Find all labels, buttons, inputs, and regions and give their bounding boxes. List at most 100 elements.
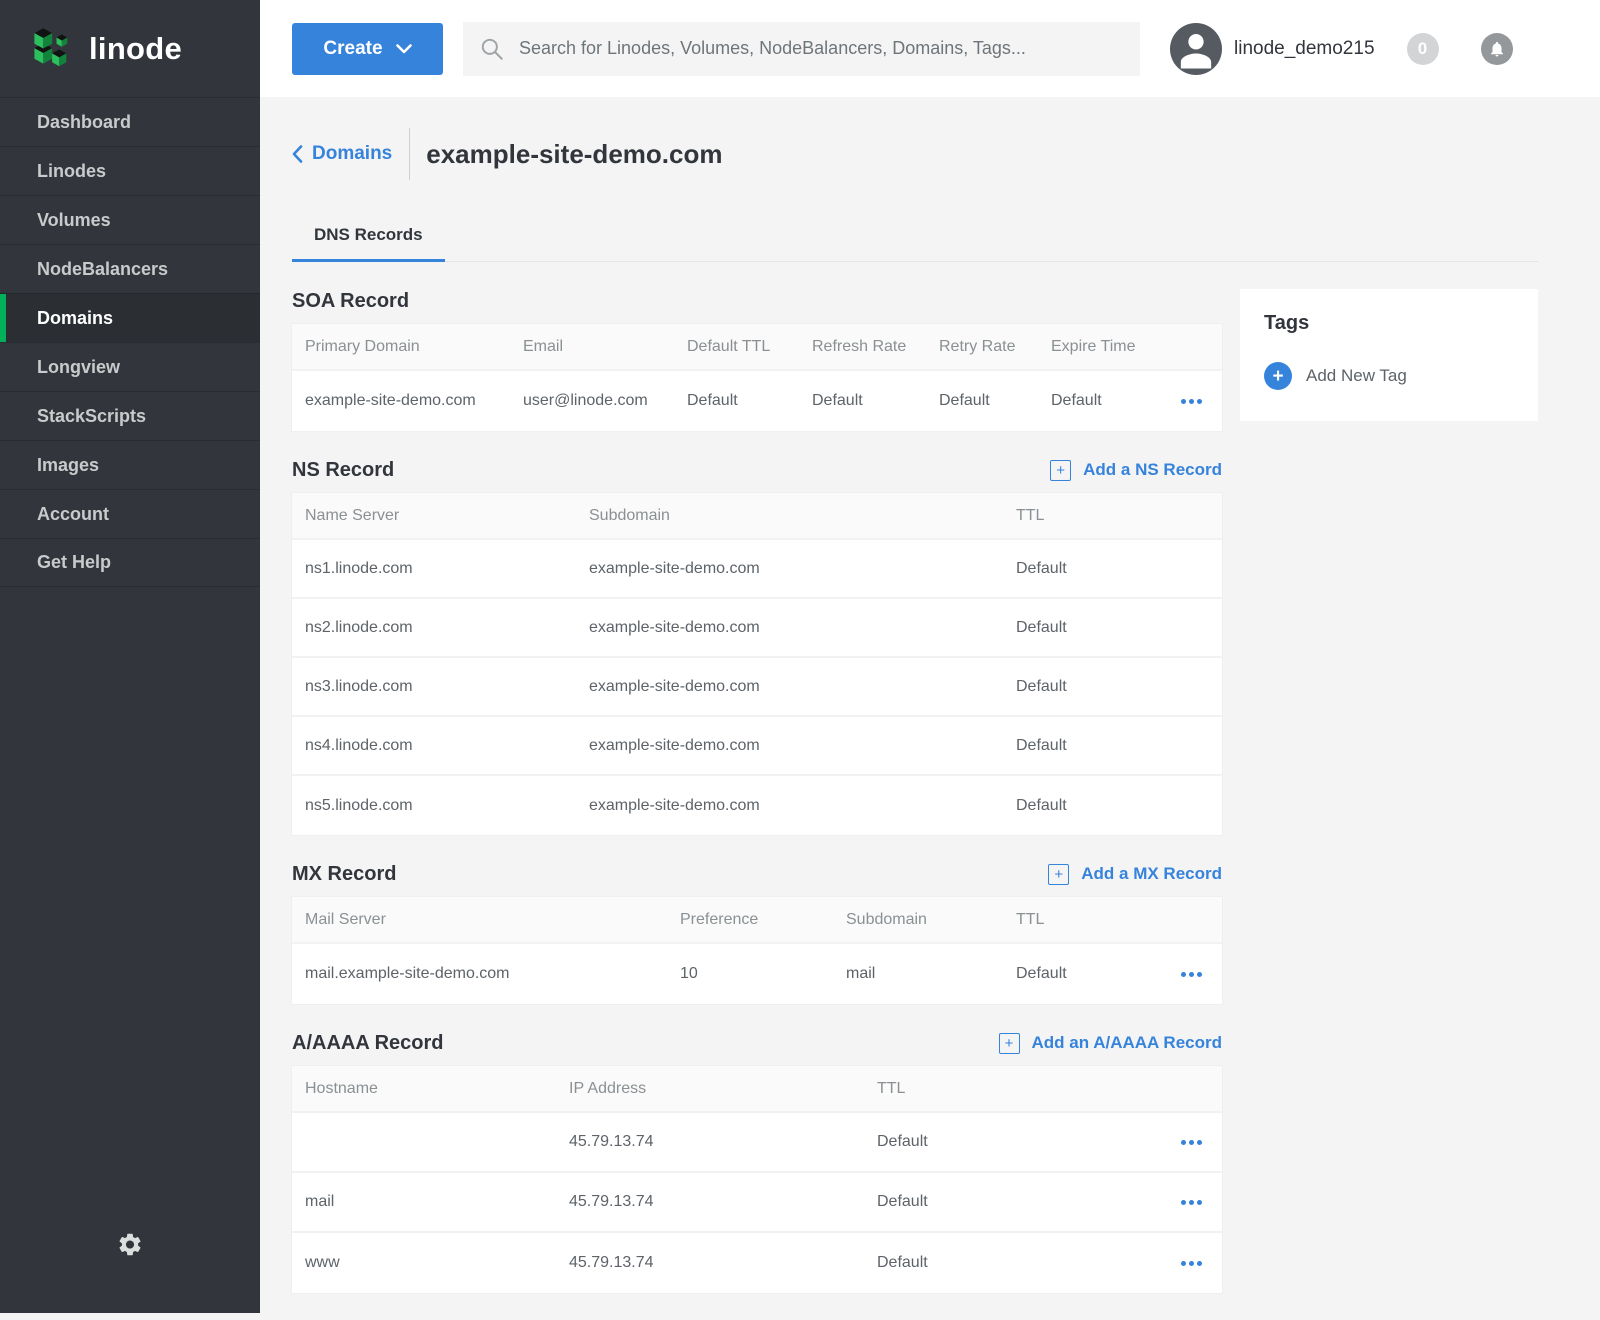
row-actions-button[interactable]: [1179, 1135, 1204, 1150]
linode-logo-text: linode: [89, 31, 182, 67]
column-header: Email: [510, 338, 674, 356]
sidebar-item-label: Account: [37, 504, 109, 525]
settings-gear-button[interactable]: [113, 1227, 148, 1265]
row-actions-button[interactable]: [1179, 1256, 1204, 1271]
sidebar-item-label: NodeBalancers: [37, 259, 168, 280]
row-actions-button[interactable]: [1179, 1195, 1204, 1210]
add-ns-record-button[interactable]: + Add a NS Record: [1050, 460, 1222, 481]
soa-record-section: SOA Record Primary Domain Email Default …: [292, 289, 1222, 431]
sidebar-item-label: StackScripts: [37, 406, 146, 427]
soa-section-title: SOA Record: [292, 290, 409, 313]
tags-panel-title: Tags: [1264, 312, 1514, 335]
active-indicator: [0, 294, 6, 342]
table-cell: ns4.linode.com: [292, 737, 576, 755]
add-new-tag-button[interactable]: + Add New Tag: [1264, 362, 1407, 390]
search-input[interactable]: [517, 37, 1124, 60]
user-menu[interactable]: linode_demo215: [1170, 23, 1375, 75]
column-header: TTL: [864, 1080, 1138, 1098]
table-cell: Default: [864, 1193, 1138, 1211]
table-row: ns5.linode.com example-site-demo.com Def…: [292, 776, 1222, 835]
table-cell: www: [292, 1254, 556, 1272]
table-cell: Default: [1003, 965, 1138, 983]
sidebar-item-nodebalancers[interactable]: NodeBalancers: [0, 244, 260, 293]
column-header: Primary Domain: [292, 338, 510, 356]
table-cell: user@linode.com: [510, 392, 674, 410]
table-cell: mail.example-site-demo.com: [292, 965, 667, 983]
soa-table: Primary Domain Email Default TTL Refresh…: [292, 324, 1222, 431]
column-header: Expire Time: [1038, 338, 1138, 356]
column-header: Mail Server: [292, 911, 667, 929]
breadcrumb-back-link[interactable]: Domains: [292, 143, 392, 165]
table-cell: Default: [799, 392, 926, 410]
ns-table-header: Name Server Subdomain TTL: [292, 493, 1222, 540]
sidebar-item-account[interactable]: Account: [0, 489, 260, 538]
gear-icon: [117, 1231, 144, 1258]
a-section-title: A/AAAA Record: [292, 1032, 444, 1055]
table-cell: 45.79.13.74: [556, 1133, 864, 1151]
sidebar-item-label: Images: [37, 455, 99, 476]
table-cell: Default: [1003, 797, 1222, 815]
notification-count-badge: 0: [1407, 33, 1439, 65]
main-content: Domains example-site-demo.com DNS Record…: [260, 97, 1600, 1313]
sidebar-item-volumes[interactable]: Volumes: [0, 195, 260, 244]
table-row: mail 45.79.13.74 Default: [292, 1173, 1222, 1233]
table-cell: example-site-demo.com: [576, 678, 1003, 696]
table-cell: ns1.linode.com: [292, 560, 576, 578]
tags-panel: Tags + Add New Tag: [1240, 289, 1538, 421]
plus-square-icon: +: [1048, 864, 1069, 885]
create-button[interactable]: Create: [292, 23, 443, 75]
sidebar-item-dashboard[interactable]: Dashboard: [0, 97, 260, 146]
table-cell: mail: [292, 1193, 556, 1211]
ns-table: Name Server Subdomain TTL ns1.linode.com…: [292, 493, 1222, 835]
username: linode_demo215: [1234, 38, 1375, 60]
sidebar-item-images[interactable]: Images: [0, 440, 260, 489]
table-cell: Default: [1003, 678, 1222, 696]
user-icon: [1170, 23, 1222, 75]
sidebar-item-get-help[interactable]: Get Help: [0, 538, 260, 587]
sidebar-item-longview[interactable]: Longview: [0, 342, 260, 391]
tab-bar: DNS Records: [292, 217, 1538, 262]
column-header: Default TTL: [674, 338, 799, 356]
mx-record-section: MX Record + Add a MX Record Mail Server …: [292, 862, 1222, 1004]
chevron-down-icon: [396, 44, 412, 54]
add-ns-record-label: Add a NS Record: [1083, 460, 1222, 480]
table-cell: example-site-demo.com: [576, 797, 1003, 815]
plus-circle-icon: +: [1264, 362, 1292, 390]
breadcrumb-divider: [409, 128, 410, 180]
add-mx-record-button[interactable]: + Add a MX Record: [1048, 864, 1222, 885]
sidebar-item-domains[interactable]: Domains: [0, 293, 260, 342]
add-mx-record-label: Add a MX Record: [1081, 864, 1222, 884]
column-header: Subdomain: [576, 507, 1003, 525]
a-table: Hostname IP Address TTL 45.79.13.74 Defa…: [292, 1066, 1222, 1293]
search-bar: [463, 22, 1140, 76]
sidebar: linode Dashboard Linodes Volumes NodeBal…: [0, 0, 260, 1313]
column-header: IP Address: [556, 1080, 864, 1098]
sidebar-item-linodes[interactable]: Linodes: [0, 146, 260, 195]
row-actions-button[interactable]: [1179, 394, 1204, 409]
mx-table-header: Mail Server Preference Subdomain TTL: [292, 897, 1222, 944]
add-a-record-button[interactable]: + Add an A/AAAA Record: [999, 1033, 1222, 1054]
linode-cubes-icon: [30, 24, 76, 74]
linode-logo[interactable]: linode: [0, 0, 260, 97]
plus-square-icon: +: [999, 1033, 1020, 1054]
notifications-button[interactable]: [1481, 33, 1513, 65]
table-cell: Default: [926, 392, 1038, 410]
sidebar-nav: Dashboard Linodes Volumes NodeBalancers …: [0, 97, 260, 587]
table-cell: Default: [1003, 737, 1222, 755]
table-cell: Default: [864, 1133, 1138, 1151]
breadcrumb-back-label: Domains: [312, 143, 392, 165]
column-header: Retry Rate: [926, 338, 1038, 356]
table-row: example-site-demo.com user@linode.com De…: [292, 371, 1222, 431]
sidebar-item-stackscripts[interactable]: StackScripts: [0, 391, 260, 440]
search-icon: [479, 36, 505, 62]
tab-dns-records[interactable]: DNS Records: [292, 217, 445, 262]
row-actions-button[interactable]: [1179, 967, 1204, 982]
create-button-label: Create: [323, 38, 382, 60]
table-row: ns3.linode.com example-site-demo.com Def…: [292, 658, 1222, 717]
column-header: TTL: [1003, 507, 1222, 525]
table-row: 45.79.13.74 Default: [292, 1113, 1222, 1173]
topbar: Create linode_demo215 0: [260, 0, 1600, 97]
ns-record-section: NS Record + Add a NS Record Name Server …: [292, 458, 1222, 835]
mx-section-title: MX Record: [292, 863, 396, 886]
plus-square-icon: +: [1050, 460, 1071, 481]
